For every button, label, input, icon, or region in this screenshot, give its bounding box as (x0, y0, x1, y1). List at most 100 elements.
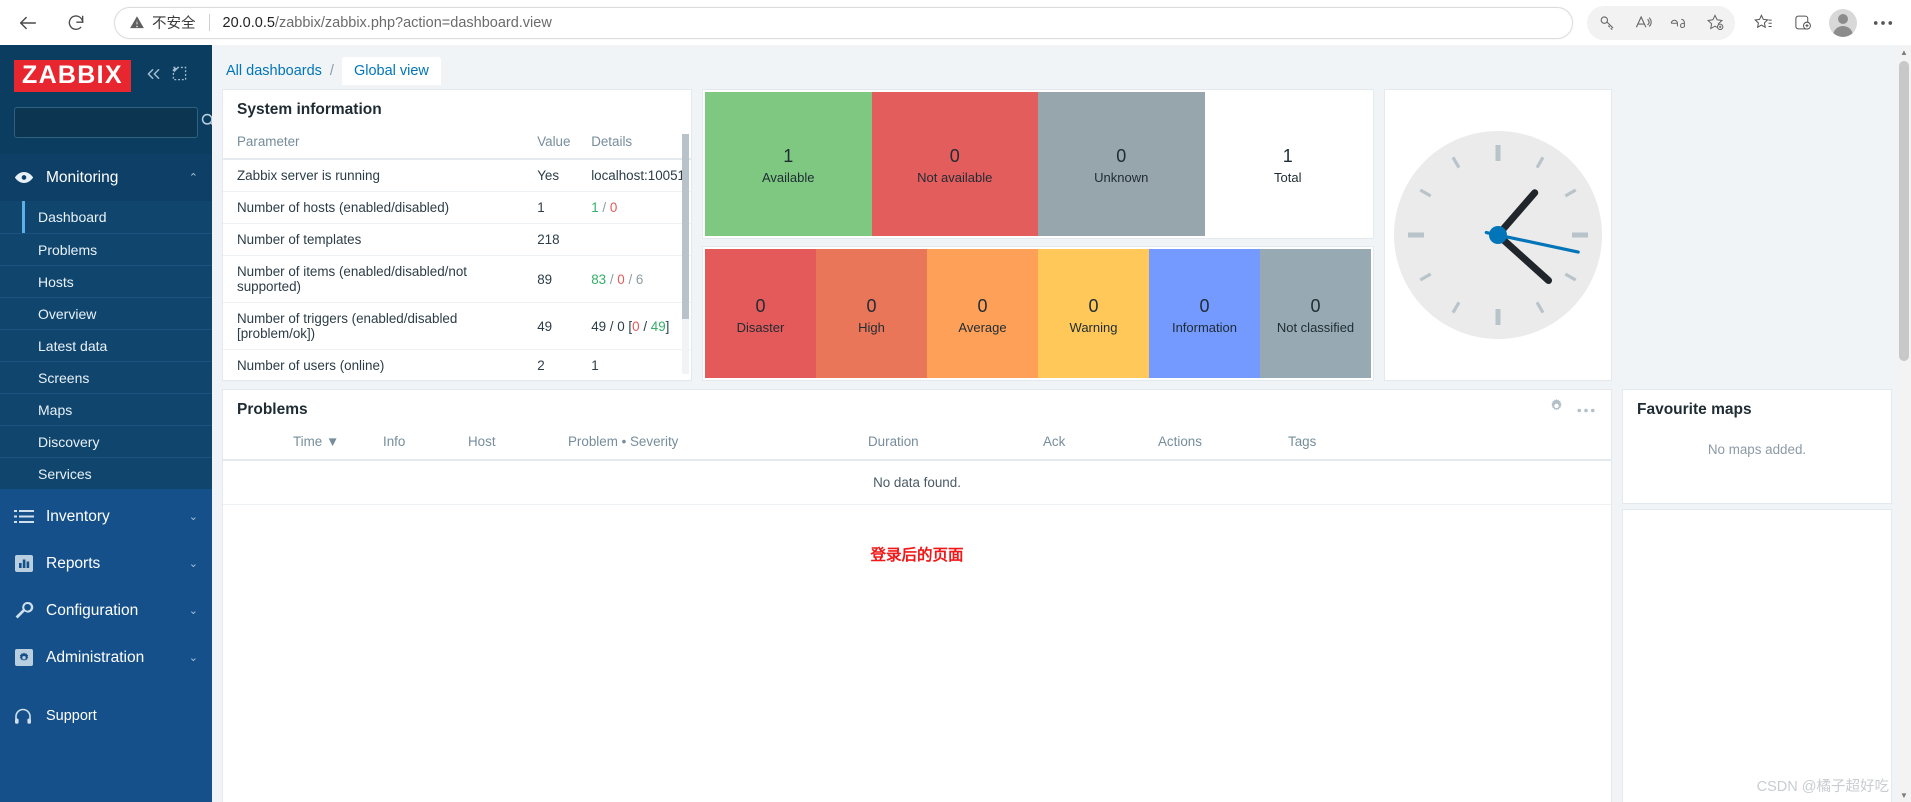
sidebar-item-discovery[interactable]: Discovery (0, 425, 212, 457)
col-time[interactable]: Time ▼ (283, 428, 373, 461)
chevron-up-icon[interactable]: ⌃ (189, 171, 198, 184)
sidebar-section-configuration[interactable]: Configuration ⌄ (0, 587, 212, 634)
list-icon (14, 509, 40, 524)
back-button[interactable] (8, 3, 48, 43)
sidebar-item-dashboard[interactable]: Dashboard (0, 201, 212, 233)
sidebar-item-maps[interactable]: Maps (0, 393, 212, 425)
widget-problems-by-severity: 0 Disaster 0 High 0 Average 0 Warning 0 … (702, 246, 1374, 381)
sidebar-section-reports[interactable]: Reports ⌄ (0, 540, 212, 587)
breadcrumb-global-view-tab[interactable]: Global view (341, 57, 441, 85)
sysinfo-parameter: Number of hosts (enabled/disabled) (223, 191, 530, 224)
sidebar-item-label: Problems (38, 241, 98, 258)
col-problem-severity[interactable]: Problem • Severity (558, 428, 858, 461)
tile-available[interactable]: 1 Available (705, 92, 872, 236)
settings-more-icon[interactable] (1865, 6, 1901, 40)
sidebar-item-overview[interactable]: Overview (0, 297, 212, 329)
sidebar-section-monitoring[interactable]: Monitoring ⌃ (0, 154, 212, 201)
col-details: Details (581, 128, 691, 160)
tile-disaster[interactable]: 0 Disaster (705, 249, 816, 378)
sidebar-item-hosts[interactable]: Hosts (0, 265, 212, 297)
ellipsis-icon[interactable] (1577, 400, 1595, 418)
sidebar-item-label: Screens (38, 369, 90, 386)
sidebar-section-inventory[interactable]: Inventory ⌄ (0, 493, 212, 540)
sysinfo-details: 1 (581, 349, 691, 382)
expand-fullscreen-icon[interactable] (172, 66, 187, 86)
sidebar-item-services[interactable]: Services (0, 457, 212, 489)
sidebar-item-label: Dashboard (38, 209, 107, 225)
tile-unknown[interactable]: 0 Unknown (1038, 92, 1205, 236)
chevron-down-icon[interactable]: ⌄ (189, 510, 198, 523)
tile-label: Disaster (736, 319, 785, 335)
read-aloud-icon[interactable] (1625, 6, 1661, 40)
tile-total[interactable]: 1 Total (1204, 92, 1371, 236)
collapse-sidebar-icon[interactable] (145, 67, 162, 86)
chevron-down-icon[interactable]: ⌄ (189, 557, 198, 570)
severity-tiles: 0 Disaster 0 High 0 Average 0 Warning 0 … (705, 249, 1371, 378)
host-availability-tiles: 1 Available 0 Not available 0 Unknown 1 … (705, 92, 1371, 236)
profile-avatar-icon[interactable] (1825, 6, 1861, 40)
add-favorite-icon[interactable] (1697, 6, 1733, 40)
breadcrumb-all-dashboards[interactable]: All dashboards (226, 63, 322, 79)
sysinfo-details (581, 223, 691, 256)
chevron-down-icon[interactable]: ⌄ (189, 604, 198, 617)
favourite-maps-empty-message: No maps added. (1707, 442, 1807, 457)
sidebar-item-latest-data[interactable]: Latest data (0, 329, 212, 361)
tile-average[interactable]: 0 Average (927, 249, 1038, 378)
sidebar-section-administration[interactable]: Administration ⌄ (0, 634, 212, 681)
col-info[interactable]: Info (373, 428, 458, 461)
widget-favourite-placeholder (1622, 509, 1892, 802)
sidebar-section-label-inventory: Inventory (46, 507, 110, 525)
translate-icon[interactable] (1661, 6, 1697, 40)
zabbix-logo[interactable]: ZABBIX (14, 60, 131, 92)
sidebar-item-label: Latest data (38, 337, 108, 354)
problems-header-icons (1548, 398, 1611, 420)
address-bar-actions (1587, 5, 1735, 40)
widget-host-availability: 1 Available 0 Not available 0 Unknown 1 … (702, 89, 1374, 239)
tile-count: 0 (977, 295, 988, 316)
tile-high[interactable]: 0 High (816, 249, 927, 378)
col-host[interactable]: Host (458, 428, 558, 461)
sidebar-section-label-configuration: Configuration (46, 601, 139, 619)
address-bar[interactable]: 不安全 20.0.0.5/zabbix/zabbix.php?action=da… (114, 6, 1573, 39)
tile-warning[interactable]: 0 Warning (1038, 249, 1149, 378)
col-tags[interactable]: Tags (1278, 428, 1611, 461)
col-value: Value (529, 128, 582, 160)
url-path: /zabbix/zabbix.php?action=dashboard.view (274, 14, 552, 31)
collections-icon[interactable] (1785, 6, 1821, 40)
search-box[interactable] (14, 107, 216, 138)
sidebar-item-label: Hosts (38, 273, 74, 290)
search-input[interactable] (24, 115, 200, 130)
tile-label: High (858, 319, 885, 335)
sidebar-section-label-reports: Reports (46, 554, 101, 572)
widget-favourite-maps: Favourite maps No maps added. (1622, 389, 1892, 504)
sidebar-item-support[interactable]: Support (0, 699, 212, 733)
tile-not-classified[interactable]: 0 Not classified (1260, 249, 1371, 378)
sysinfo-parameter: Number of users (online) (223, 349, 530, 382)
reload-button[interactable] (56, 3, 96, 43)
widget-scrollbar[interactable] (682, 134, 689, 374)
col-duration[interactable]: Duration (858, 428, 1033, 461)
tile-information[interactable]: 0 Information (1149, 249, 1260, 378)
table-row: Number of hosts (enabled/disabled) 1 1 /… (223, 191, 691, 224)
favorites-icon[interactable] (1745, 6, 1781, 40)
tile-count: 0 (1310, 295, 1321, 316)
scroll-up-icon[interactable]: ▲ (1897, 45, 1911, 59)
gear-icon[interactable] (1548, 398, 1565, 420)
sysinfo-parameter: Number of triggers (enabled/disabled [pr… (223, 302, 530, 350)
scrollbar-thumb[interactable] (1899, 61, 1909, 361)
sidebar-item-screens[interactable]: Screens (0, 361, 212, 393)
scroll-down-icon[interactable]: ▼ (1897, 788, 1911, 802)
key-icon[interactable] (1589, 6, 1625, 40)
breadcrumb-separator: / (329, 63, 334, 79)
sidebar-lower-sections: Inventory ⌄ Reports ⌄ Configuration ⌄ Ad… (0, 489, 212, 733)
chevron-down-icon[interactable]: ⌄ (189, 651, 198, 664)
sidebar-section-label-administration: Administration (46, 648, 145, 666)
tile-not-available[interactable]: 0 Not available (871, 92, 1038, 236)
page-scrollbar[interactable]: ▲ ▼ (1897, 45, 1911, 802)
sidebar-item-problems[interactable]: Problems (0, 233, 212, 265)
url-divider (208, 14, 210, 31)
col-actions[interactable]: Actions (1148, 428, 1278, 461)
col-ack[interactable]: Ack (1033, 428, 1148, 461)
tile-count: 0 (755, 295, 766, 316)
